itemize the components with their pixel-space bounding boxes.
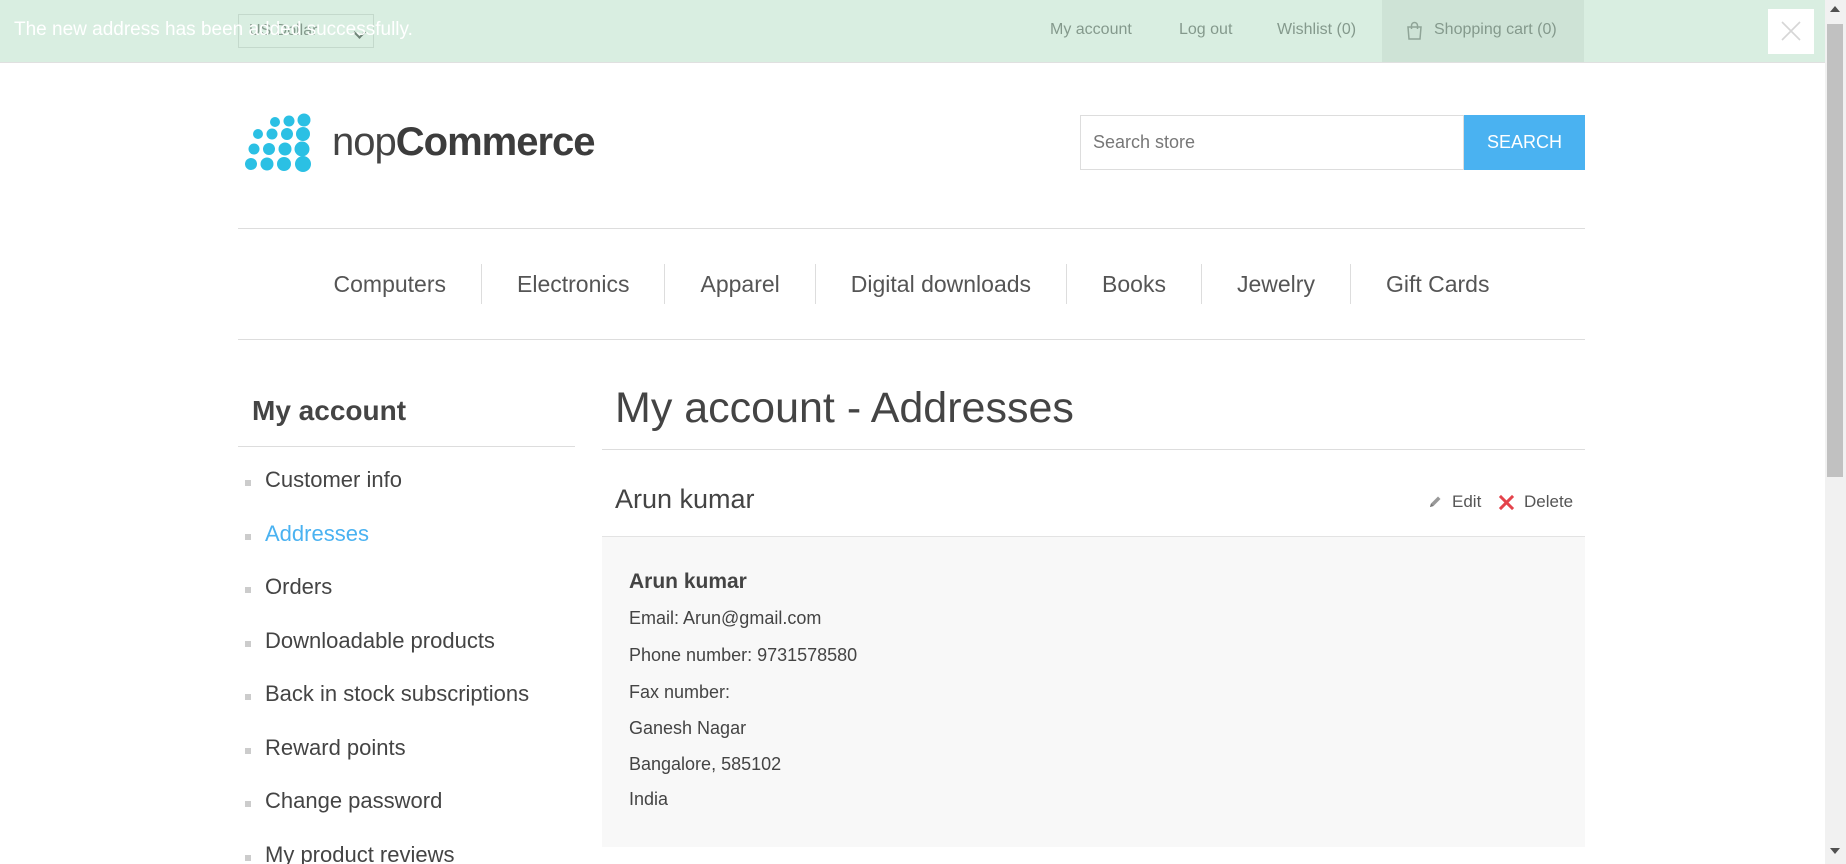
sidebar-divider [238, 446, 575, 447]
address-header: Arun kumar Edit Delete [602, 468, 1585, 537]
address-name: Arun kumar [629, 570, 747, 593]
top-menu: Computers Electronics Apparel Digital do… [238, 264, 1585, 304]
scroll-down-arrow-icon[interactable] [1830, 848, 1840, 854]
sidebar-item-addresses[interactable]: Addresses [238, 521, 575, 575]
logo-dots-icon [245, 113, 311, 172]
bullet-icon [245, 587, 251, 593]
bullet-icon [245, 854, 251, 861]
sidebar-item-label: Change password [265, 788, 443, 813]
close-notification-button[interactable] [1768, 9, 1814, 54]
bullet-icon [245, 640, 251, 647]
menu-item-digital-downloads[interactable]: Digital downloads [814, 264, 1066, 304]
page: US Dollar My account Log out Wishlist (0… [0, 0, 1825, 864]
menu-divider-bottom [238, 339, 1585, 340]
menu-item-computers[interactable]: Computers [299, 264, 481, 304]
menu-item-apparel[interactable]: Apparel [664, 264, 814, 304]
sidebar-item-customer-info[interactable]: Customer info [238, 467, 575, 521]
sidebar-item-label: My product reviews [265, 841, 455, 864]
sidebar-nav: Customer info Addresses Orders Downloada… [238, 467, 575, 864]
menu-item-electronics[interactable]: Electronics [481, 264, 664, 304]
title-divider [602, 449, 1585, 450]
sidebar-item-orders[interactable]: Orders [238, 574, 575, 628]
nopcommerce-logo[interactable]: nopCommerce [240, 112, 596, 176]
vertical-scrollbar[interactable] [1825, 0, 1846, 864]
delete-x-icon [1498, 494, 1515, 511]
notification-message: The new address has been added successfu… [14, 19, 413, 40]
menu-item-gift-cards[interactable]: Gift Cards [1349, 264, 1525, 304]
sidebar-item-downloadable-products[interactable]: Downloadable products [238, 628, 575, 682]
bullet-icon [245, 480, 251, 486]
address-phone: Phone number: 9731578580 [629, 645, 858, 665]
page-title: My account - Addresses [615, 384, 1074, 432]
address-title: Arun kumar [615, 484, 755, 514]
sidebar-item-label: Downloadable products [265, 627, 495, 653]
menu-divider-top [238, 228, 1585, 229]
bullet-icon [245, 533, 251, 540]
sidebar-item-back-in-stock[interactable]: Back in stock subscriptions [238, 681, 575, 735]
bullet-icon [245, 801, 251, 807]
sidebar-item-label: Orders [265, 574, 333, 599]
menu-item-books[interactable]: Books [1066, 264, 1201, 304]
address-fax: Fax number: [629, 682, 731, 702]
sidebar-item-change-password[interactable]: Change password [238, 788, 575, 842]
search-button[interactable]: SEARCH [1464, 115, 1585, 170]
logo-prefix: nop [332, 120, 397, 164]
sidebar-item-label: Customer info [265, 467, 402, 492]
scrollbar-thumb[interactable] [1827, 24, 1843, 477]
logo-text: nopCommerce [332, 120, 596, 165]
pencil-icon [1430, 496, 1441, 507]
sidebar-item-label: Reward points [265, 734, 406, 760]
sidebar-item-reward-points[interactable]: Reward points [238, 735, 575, 789]
sidebar-item-label: Addresses [265, 520, 369, 546]
address-country: India [629, 789, 669, 809]
success-notification-bar: The new address has been added successfu… [0, 0, 1825, 62]
address-email: Email: Arun@gmail.com [629, 608, 822, 628]
logo-suffix: Commerce [395, 120, 596, 164]
sidebar-title: My account [252, 395, 407, 426]
bullet-icon [245, 747, 251, 754]
address-details: Arun kumar Email: Arun@gmail.com Phone n… [602, 537, 1585, 847]
sidebar-item-label: Back in stock subscriptions [265, 681, 530, 706]
scroll-up-arrow-icon[interactable] [1830, 6, 1840, 12]
address-city: Bangalore, 585102 [629, 754, 782, 774]
search-input[interactable] [1080, 115, 1464, 170]
close-icon [1781, 21, 1801, 41]
address-street: Ganesh Nagar [629, 718, 747, 738]
menu-item-jewelry[interactable]: Jewelry [1200, 264, 1350, 304]
sidebar-item-product-reviews[interactable]: My product reviews [238, 842, 575, 864]
delete-label: Delete [1524, 492, 1574, 511]
edit-label: Edit [1452, 492, 1482, 511]
bullet-icon [245, 694, 251, 700]
